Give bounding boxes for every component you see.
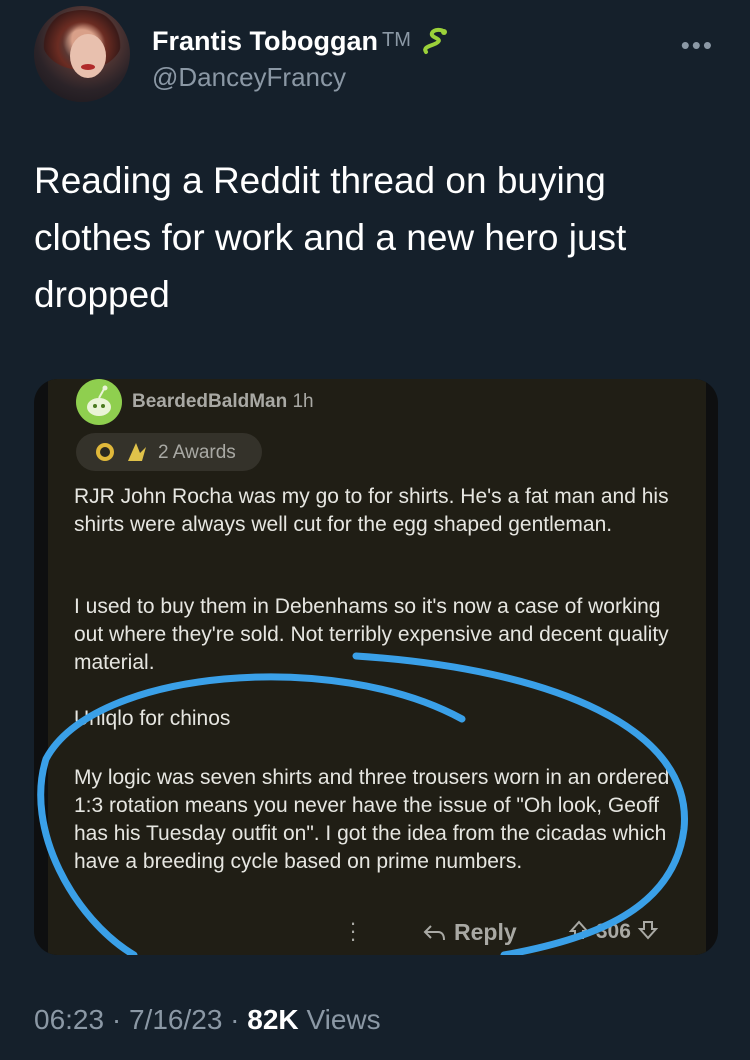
tm-mark: TM (381, 29, 411, 51)
vote-score: 306 (595, 920, 631, 943)
reddit-user-line: BeardedBaldMan 1h (132, 391, 314, 413)
award-icon (124, 439, 150, 471)
downvote-icon[interactable] (637, 919, 659, 941)
awards-pill[interactable]: 2 Awards (76, 433, 262, 471)
separator: · (111, 1004, 129, 1035)
display-name-text: Frantis Toboggan (152, 26, 378, 56)
reddit-age: 1h (292, 391, 314, 412)
reddit-username[interactable]: BeardedBaldMan (132, 391, 287, 412)
reddit-comment: BeardedBaldMan 1h 2 Awards RJR John Roch… (48, 379, 706, 955)
avatar[interactable] (34, 6, 130, 102)
avatar-face (70, 34, 106, 78)
display-name[interactable]: Frantis Toboggan TM (152, 26, 450, 63)
upvote-icon[interactable] (568, 919, 590, 941)
views-label: Views (306, 1004, 381, 1035)
reply-icon (423, 925, 445, 941)
tweet-time[interactable]: 06:23 (34, 1004, 104, 1035)
comment-paragraph: My logic was seven shirts and three trou… (74, 766, 670, 873)
reply-label: Reply (454, 919, 517, 945)
vote-controls: 306 (568, 919, 659, 944)
media-attachment[interactable]: BeardedBaldMan 1h 2 Awards RJR John Roch… (34, 379, 718, 955)
reply-button[interactable]: Reply (422, 919, 517, 946)
more-icon[interactable]: ••• (681, 30, 714, 61)
comment-actions: · · · Reply 306 (48, 912, 706, 951)
more-options-icon[interactable]: · · · (348, 912, 358, 950)
comment-paragraph: RJR John Rocha was my go to for shirts. … (74, 485, 669, 536)
tweet-date[interactable]: 7/16/23 (129, 1004, 222, 1035)
reddit-avatar[interactable] (76, 379, 122, 425)
handle[interactable]: @DanceyFrancy (152, 62, 346, 93)
award-icon (94, 441, 116, 469)
tweet-text: Reading a Reddit thread on buying clothe… (34, 160, 627, 315)
separator: · (230, 1004, 248, 1035)
comment-paragraph: I used to buy them in Debenhams so it's … (74, 595, 669, 674)
comment-paragraph: Uniqlo for chinos (74, 707, 231, 730)
tweet-meta: 06:23 · 7/16/23 · 82K Views (34, 1004, 381, 1036)
snake-icon (420, 26, 450, 63)
awards-label: 2 Awards (158, 442, 236, 463)
avatar-lips (81, 64, 95, 70)
views-count[interactable]: 82K (247, 1004, 298, 1035)
